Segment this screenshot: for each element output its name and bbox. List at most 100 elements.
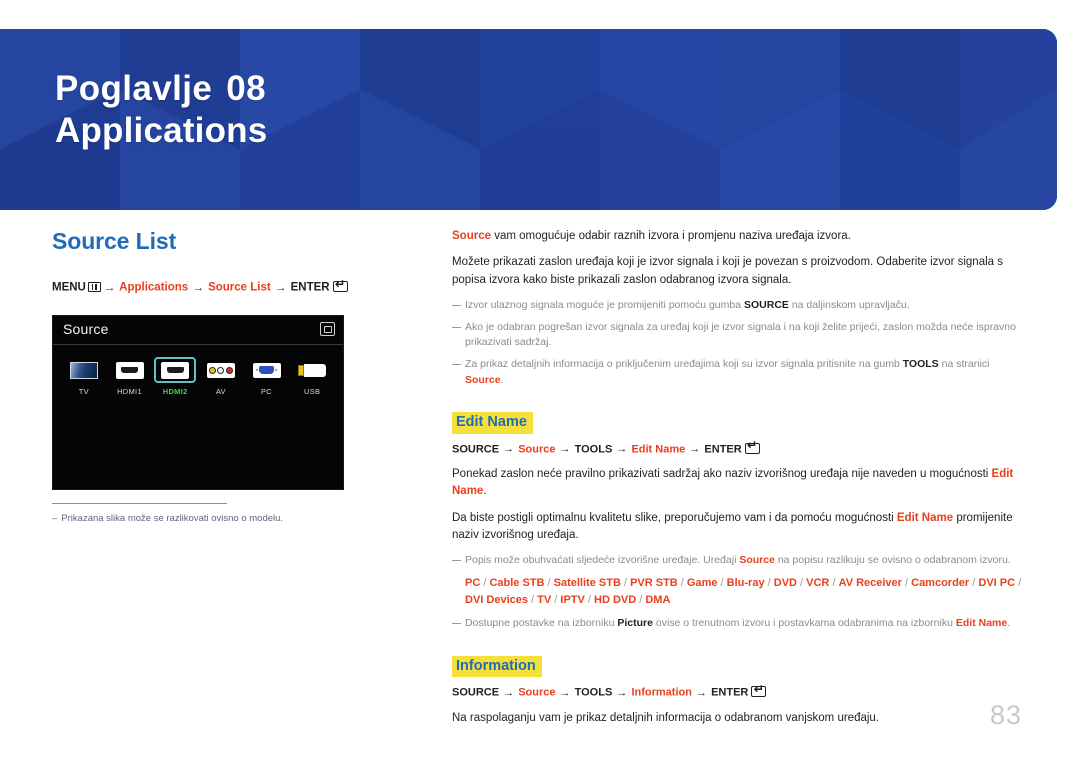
hdmi-port-icon (115, 361, 144, 379)
hdmi-port-icon (161, 361, 190, 379)
enter-key-icon (332, 278, 348, 292)
device-type: Cable STB (489, 577, 545, 590)
source-icon-row: TV HDMI1 HDMI2 AV PC USB (53, 345, 343, 396)
left-column: Source List MENU → Applications → Source … (52, 228, 402, 294)
edit-name-p1-b: . (483, 485, 487, 498)
edit-name-paragraph-1: Ponekad zaslon neće pravilno prikazivati… (452, 466, 1030, 501)
edit-name-paragraph-2: Da biste postigli optimalnu kvalitetu sl… (452, 510, 1030, 545)
device-type: PVR STB (630, 577, 678, 590)
source-item-hdmi2[interactable]: HDMI2 (152, 357, 198, 396)
vga-port-icon (252, 362, 281, 378)
device-type: DVI Devices (465, 594, 528, 607)
usb-port-icon (298, 363, 327, 377)
note-3-part1: Za prikaz detaljnih informacija o priklj… (465, 358, 903, 371)
caption-dash: – (52, 513, 58, 524)
information-enter-label: ENTER (711, 686, 749, 699)
source-panel-header: Source (53, 316, 343, 345)
enter-button-label: ENTER (290, 281, 330, 294)
edit-name-path-breadcrumb: SOURCE → Source → TOOLS → Edit Name → EN… (452, 439, 1030, 456)
device-type: DVI PC (978, 577, 1016, 590)
path-arrow-2: → (192, 281, 204, 294)
device-separator: / (796, 577, 807, 590)
note-pic-orange: Edit Name (955, 617, 1008, 630)
chapter-banner: Poglavlje 08 Applications (0, 29, 1057, 210)
caption-text: Prikazana slika može se razlikovati ovis… (61, 513, 284, 524)
page-title: Source List (52, 228, 177, 254)
device-separator: / (544, 577, 554, 590)
note-pic-bold: Picture (617, 617, 653, 630)
source-item-pc[interactable]: PC (244, 357, 290, 396)
source-item-hdmi1[interactable]: HDMI1 (107, 357, 153, 396)
chapter-label: Poglavlje (55, 69, 213, 108)
edit-name-arrow-2: → (559, 443, 571, 456)
note-1-part2: na daljinskom upravljaču. (788, 298, 910, 311)
source-item-av[interactable]: AV (198, 357, 244, 396)
device-type: Satellite STB (553, 577, 621, 590)
note-list-part1: Popis može obuhvaćati sljedeće izvorišne… (465, 554, 740, 567)
banner-text-group: Poglavlje 08 Applications (55, 69, 267, 150)
device-separator: / (551, 594, 561, 607)
menu-grid-icon (87, 281, 101, 292)
source-item-tv[interactable]: TV (61, 357, 107, 396)
note-3-bold: TOOLS (902, 358, 939, 371)
menu-button-label: MENU (52, 281, 86, 294)
note-3-part3: . (500, 373, 504, 386)
device-type: IPTV (560, 594, 585, 607)
device-separator: / (527, 594, 538, 607)
information-step-source: Source (518, 686, 556, 699)
device-type-list: PC / Cable STB / Satellite STB / PVR STB… (452, 575, 1030, 609)
information-arrow-3: → (616, 686, 628, 699)
edit-name-heading: Edit Name (452, 411, 533, 434)
tv-icon (69, 361, 98, 379)
device-type: AV Receiver (838, 577, 902, 590)
source-list-screenshot: Source TV HDMI1 HDMI2 AV PC USB (52, 315, 344, 490)
intro-lead-rest: vam omogućuje odabir raznih izvora i pro… (491, 230, 851, 242)
note-list-part2: na popisu razlikuju se ovisno o odabrano… (774, 554, 1011, 567)
note-2-part1: Ako je odabran pogrešan izvor signala za… (465, 320, 1016, 349)
edit-name-step-source: Source (518, 443, 556, 456)
edit-name-arrow-4: → (689, 443, 701, 456)
enter-key-icon (751, 683, 767, 698)
source-item-usb[interactable]: USB (289, 357, 335, 396)
window-return-icon (320, 322, 335, 336)
chapter-title: Applications (55, 111, 268, 151)
device-separator: / (901, 577, 912, 590)
note-1-part1: Izvor ulaznog signala moguće je promijen… (465, 298, 744, 311)
right-column: Source vam omogućuje odabir raznih izvor… (452, 228, 1030, 727)
edit-name-step-edit-name: Edit Name (631, 443, 686, 456)
device-type: VCR (806, 577, 830, 590)
note-3-orange: Source (465, 373, 501, 386)
information-paragraph: Na raspolaganju vam je prikaz detaljnih … (452, 711, 880, 724)
note-tools-details: Za prikaz detaljnih informacija o priklj… (452, 357, 1030, 387)
information-heading: Information (452, 655, 542, 678)
source-item-av-label: AV (215, 387, 226, 396)
edit-name-tools-button: TOOLS (574, 443, 613, 456)
note-pic-part3: . (1007, 617, 1011, 630)
source-item-pc-label: PC (261, 387, 273, 396)
source-item-pc-box (246, 357, 288, 383)
device-separator: / (677, 577, 687, 590)
path-step-source-list: Source List (208, 281, 271, 294)
source-item-tv-box (63, 357, 105, 383)
device-separator: / (829, 577, 839, 590)
edit-name-section: Edit Name SOURCE → Source → TOOLS → Edit… (452, 411, 1030, 632)
device-type: Blu-ray (726, 577, 765, 590)
information-arrow-1: → (503, 686, 515, 699)
intro-lead-paragraph: Source vam omogućuje odabir raznih izvor… (452, 228, 1030, 245)
page-number: 83 (989, 700, 1022, 730)
chapter-number: 08 (226, 69, 267, 108)
edit-name-enter-label: ENTER (704, 443, 742, 456)
path-step-applications: Applications (119, 281, 189, 294)
av-rca-icon (206, 362, 235, 378)
source-item-hdmi1-label: HDMI1 (117, 387, 142, 396)
source-item-hdmi2-box (154, 357, 197, 383)
note-3-part2: na stranici (938, 358, 990, 371)
device-type: DVD (773, 577, 797, 590)
note-source-button: Izvor ulaznog signala moguće je promijen… (452, 298, 1030, 313)
source-item-usb-box (291, 357, 333, 383)
edit-name-source-button: SOURCE (452, 443, 500, 456)
edit-name-p2-term: Edit Name (896, 511, 954, 524)
page-content: Source List MENU → Applications → Source … (0, 210, 1080, 763)
device-separator: / (636, 594, 646, 607)
enter-key-icon (744, 439, 760, 454)
